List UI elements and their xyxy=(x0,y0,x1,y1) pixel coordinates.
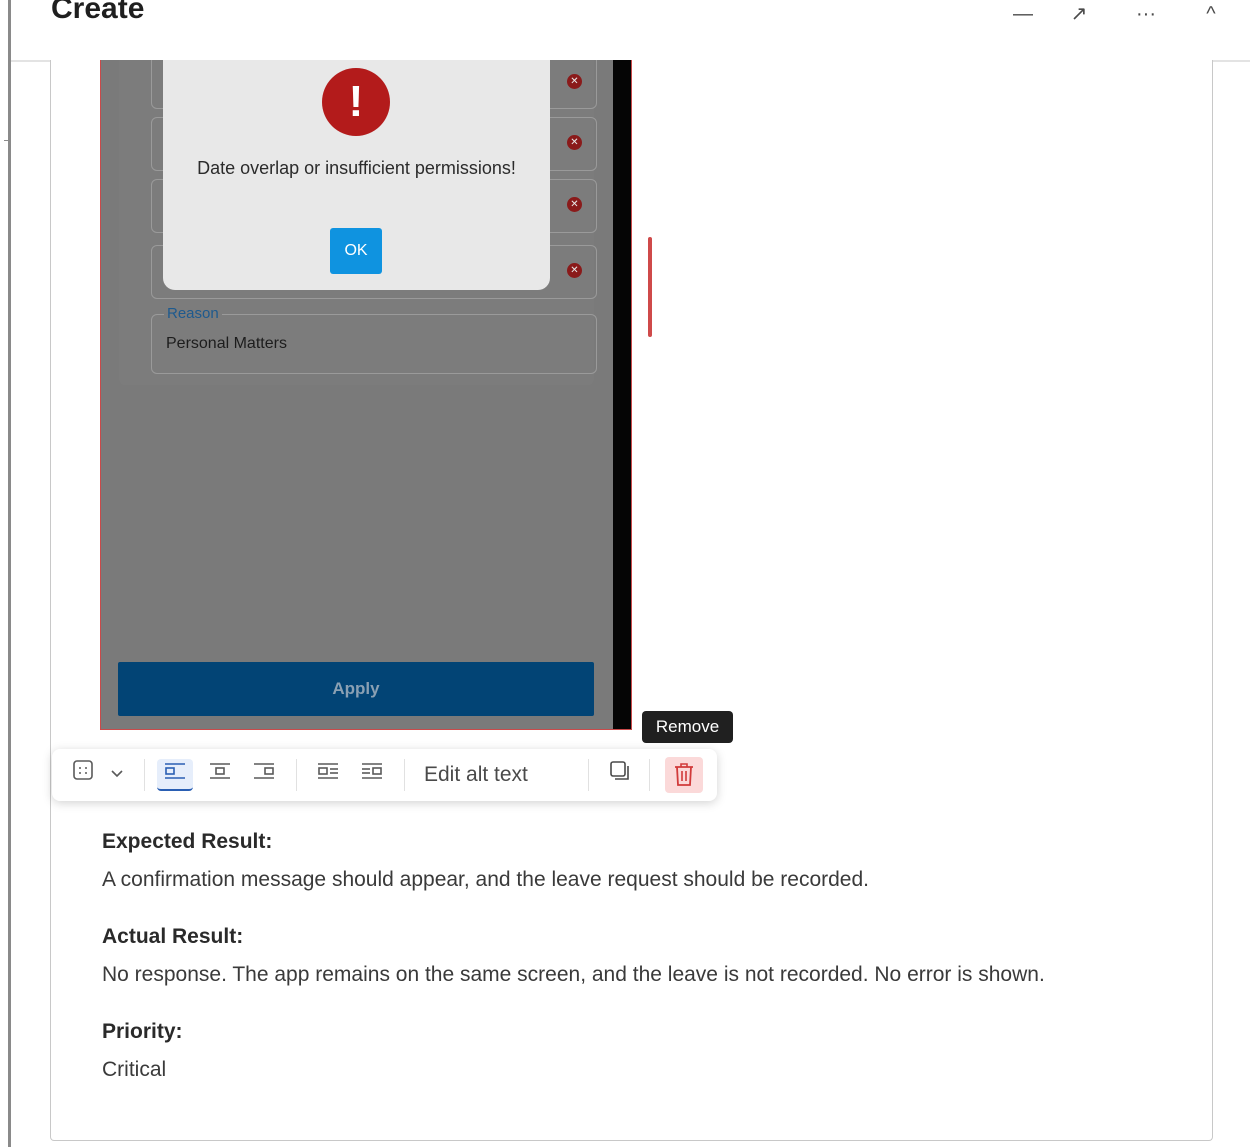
minimize-button[interactable]: — xyxy=(1008,4,1038,30)
alert-icon: ! xyxy=(322,68,390,136)
expected-result-text: A confirmation message should appear, an… xyxy=(102,868,870,891)
screenshot-dark-edge xyxy=(613,60,631,729)
wrap-left-icon[interactable] xyxy=(310,759,346,791)
actual-result-heading: Actual Result: xyxy=(102,925,244,948)
reason-field: Reason Personal Matters xyxy=(151,305,597,374)
image-resize-handle[interactable] xyxy=(648,237,652,337)
image-size-icon[interactable] xyxy=(68,759,98,791)
embedded-screenshot[interactable]: Sc ✕ S Ca ✕ F 06 ✕ T 07 ✕ Reason Persona… xyxy=(100,60,632,730)
edit-alt-text-button[interactable]: Edit alt text xyxy=(424,759,528,791)
clear-icon: ✕ xyxy=(567,197,582,212)
expected-result-heading: Expected Result: xyxy=(102,830,273,853)
panel-title: Create xyxy=(51,0,145,25)
window-left-tick xyxy=(4,140,10,141)
chevron-down-icon[interactable] xyxy=(104,759,130,791)
toolbar-separator xyxy=(649,759,650,791)
ok-button: OK xyxy=(330,228,382,274)
expand-button[interactable]: ↗ xyxy=(1064,4,1094,30)
error-dialog: ! Date overlap or insufficient permissio… xyxy=(163,60,550,290)
wrap-right-icon[interactable] xyxy=(354,759,390,791)
apply-button: Apply xyxy=(118,662,594,716)
toolbar-separator xyxy=(588,759,589,791)
toolbar-separator xyxy=(404,759,405,791)
more-options-button[interactable]: ··· xyxy=(1131,4,1161,30)
clear-icon: ✕ xyxy=(567,135,582,150)
trash-icon[interactable] xyxy=(665,757,703,793)
remove-tooltip: Remove xyxy=(642,711,733,743)
collapse-button[interactable]: ^ xyxy=(1196,4,1226,30)
reason-value: Personal Matters xyxy=(166,335,287,352)
replace-image-icon[interactable] xyxy=(604,759,636,791)
dialog-message: Date overlap or insufficient permissions… xyxy=(197,158,516,178)
priority-value: Critical xyxy=(102,1058,167,1081)
toolbar-separator xyxy=(144,759,145,791)
actual-result-text: No response. The app remains on the same… xyxy=(102,963,1045,986)
panel-header: Create — ↗ ··· ^ xyxy=(11,0,1250,62)
align-right-icon[interactable] xyxy=(246,759,282,791)
align-center-icon[interactable] xyxy=(202,759,238,791)
toolbar-separator xyxy=(296,759,297,791)
reason-label: Reason xyxy=(164,305,222,322)
align-left-icon[interactable] xyxy=(157,759,193,791)
window-left-border xyxy=(8,0,11,1147)
priority-heading: Priority: xyxy=(102,1020,183,1043)
image-toolbar: Edit alt text xyxy=(52,749,717,801)
clear-icon: ✕ xyxy=(567,74,582,89)
clear-icon: ✕ xyxy=(567,263,582,278)
